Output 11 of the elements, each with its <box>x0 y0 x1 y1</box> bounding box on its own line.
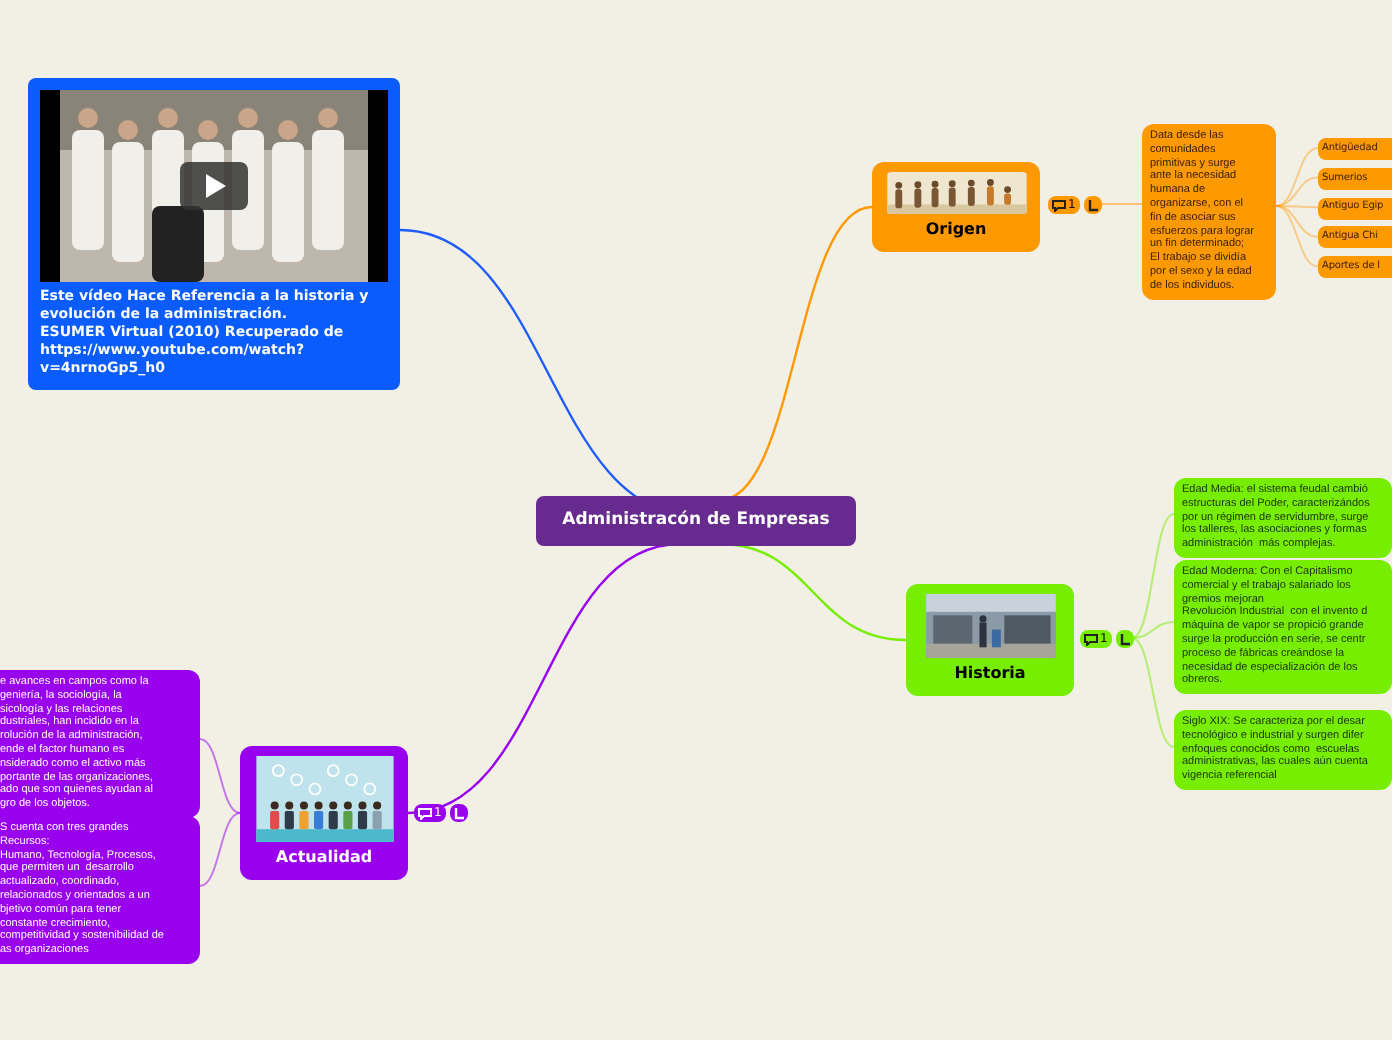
comment-icon <box>1084 633 1098 645</box>
connector-line <box>1099 203 1143 205</box>
topic-node[interactable]: Actualidad <box>240 746 408 880</box>
topic-node[interactable]: Historia <box>906 584 1074 696</box>
central-topic: Administracón de Empresas <box>536 496 856 546</box>
comment-icon <box>418 807 432 819</box>
connector-line <box>199 738 241 814</box>
comment-icon <box>1052 199 1066 211</box>
topic-node[interactable]: Origen <box>872 162 1040 252</box>
connector-line <box>199 812 241 887</box>
play-icon[interactable] <box>180 162 248 210</box>
